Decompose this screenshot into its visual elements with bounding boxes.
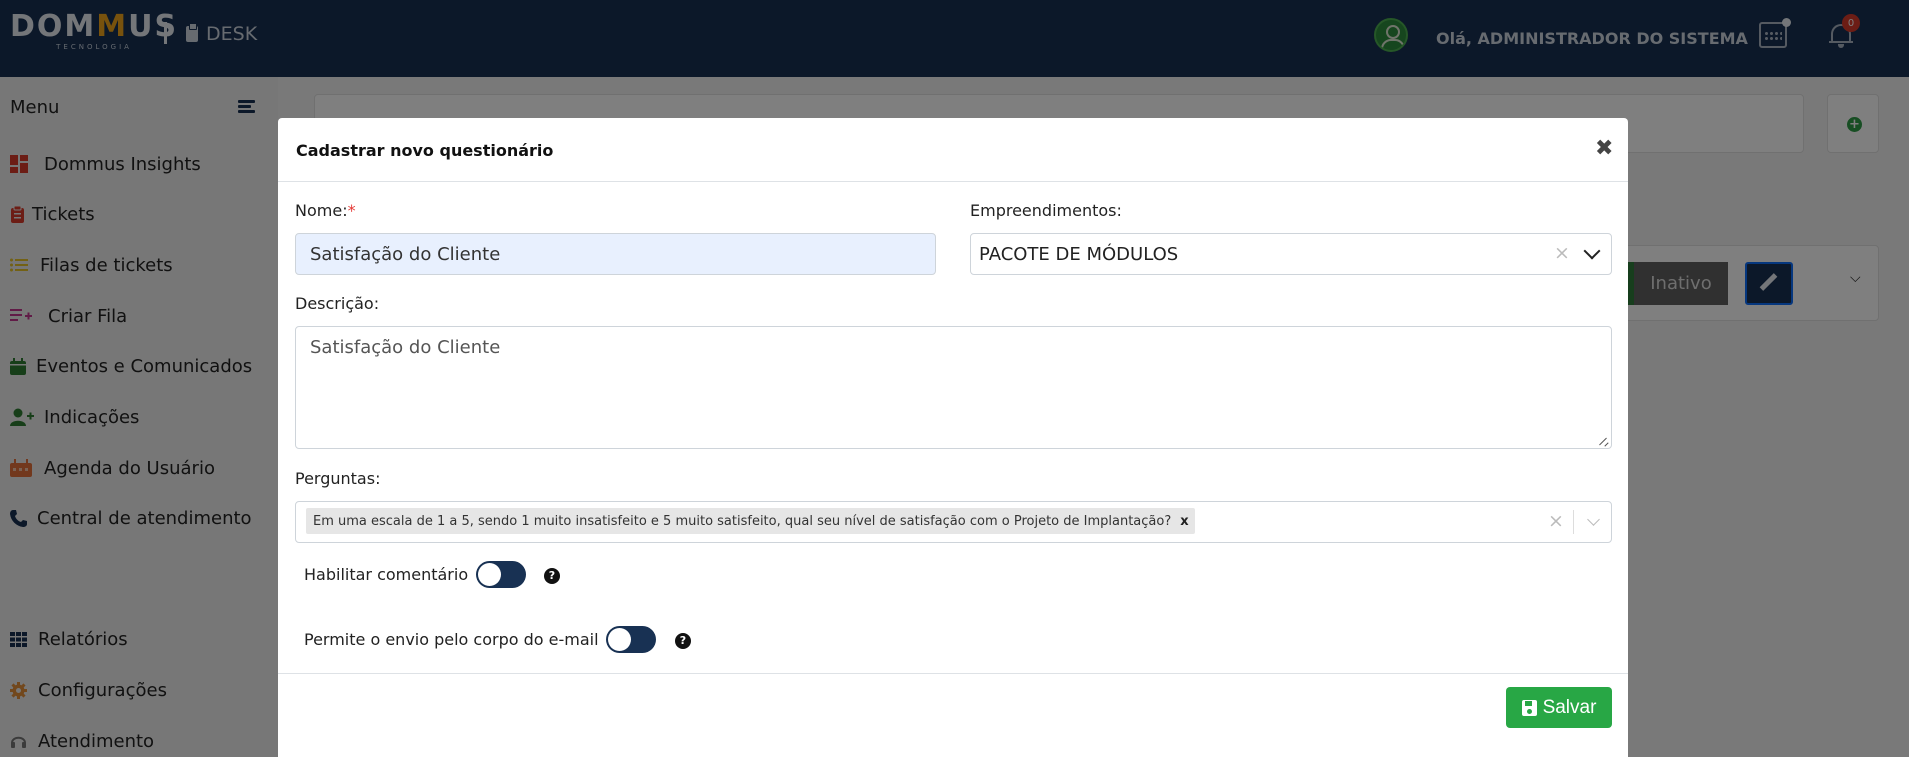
close-icon[interactable]: ✖ — [1595, 136, 1613, 161]
name-label: Nome:* — [295, 201, 356, 220]
chevron-down-icon[interactable] — [1583, 242, 1601, 260]
modal-header: Cadastrar novo questionário ✖ — [278, 118, 1628, 182]
empreendimentos-selected-value: PACOTE DE MÓDULOS — [979, 244, 1179, 265]
floppy-disk-icon — [1521, 699, 1537, 716]
perguntas-label: Perguntas: — [295, 469, 381, 488]
chevron-down-icon[interactable] — [1587, 513, 1600, 526]
required-asterisk: * — [347, 201, 356, 220]
clear-selection-icon[interactable]: × — [1554, 242, 1570, 264]
name-input[interactable]: Satisfação do Cliente — [295, 233, 936, 275]
descricao-textarea[interactable]: Satisfação do Cliente — [295, 326, 1612, 449]
new-questionnaire-modal: Cadastrar novo questionário ✖ Nome:* Sat… — [278, 118, 1628, 757]
empreendimentos-label: Empreendimentos: — [970, 201, 1122, 220]
help-icon[interactable]: ? — [675, 633, 691, 649]
empreendimentos-select[interactable]: PACOTE DE MÓDULOS × — [970, 233, 1612, 275]
modal-footer-divider — [278, 673, 1628, 674]
habilitar-comentario-label: Habilitar comentário — [304, 565, 469, 584]
clear-selection-icon[interactable]: × — [1548, 510, 1564, 532]
remove-chip-icon[interactable]: x — [1180, 514, 1188, 529]
permite-envio-toggle[interactable] — [606, 626, 656, 653]
question-chip: Em uma escala de 1 a 5, sendo 1 muito in… — [306, 508, 1195, 534]
select-separator — [1573, 510, 1574, 534]
habilitar-comentario-toggle[interactable] — [476, 561, 526, 588]
modal-title: Cadastrar novo questionário — [296, 141, 554, 160]
descricao-label: Descrição: — [295, 294, 380, 313]
help-icon[interactable]: ? — [544, 568, 560, 584]
save-button[interactable]: Salvar — [1506, 687, 1612, 728]
permite-envio-label: Permite o envio pelo corpo do e-mail — [304, 630, 599, 649]
resize-handle-icon[interactable] — [1599, 436, 1609, 446]
